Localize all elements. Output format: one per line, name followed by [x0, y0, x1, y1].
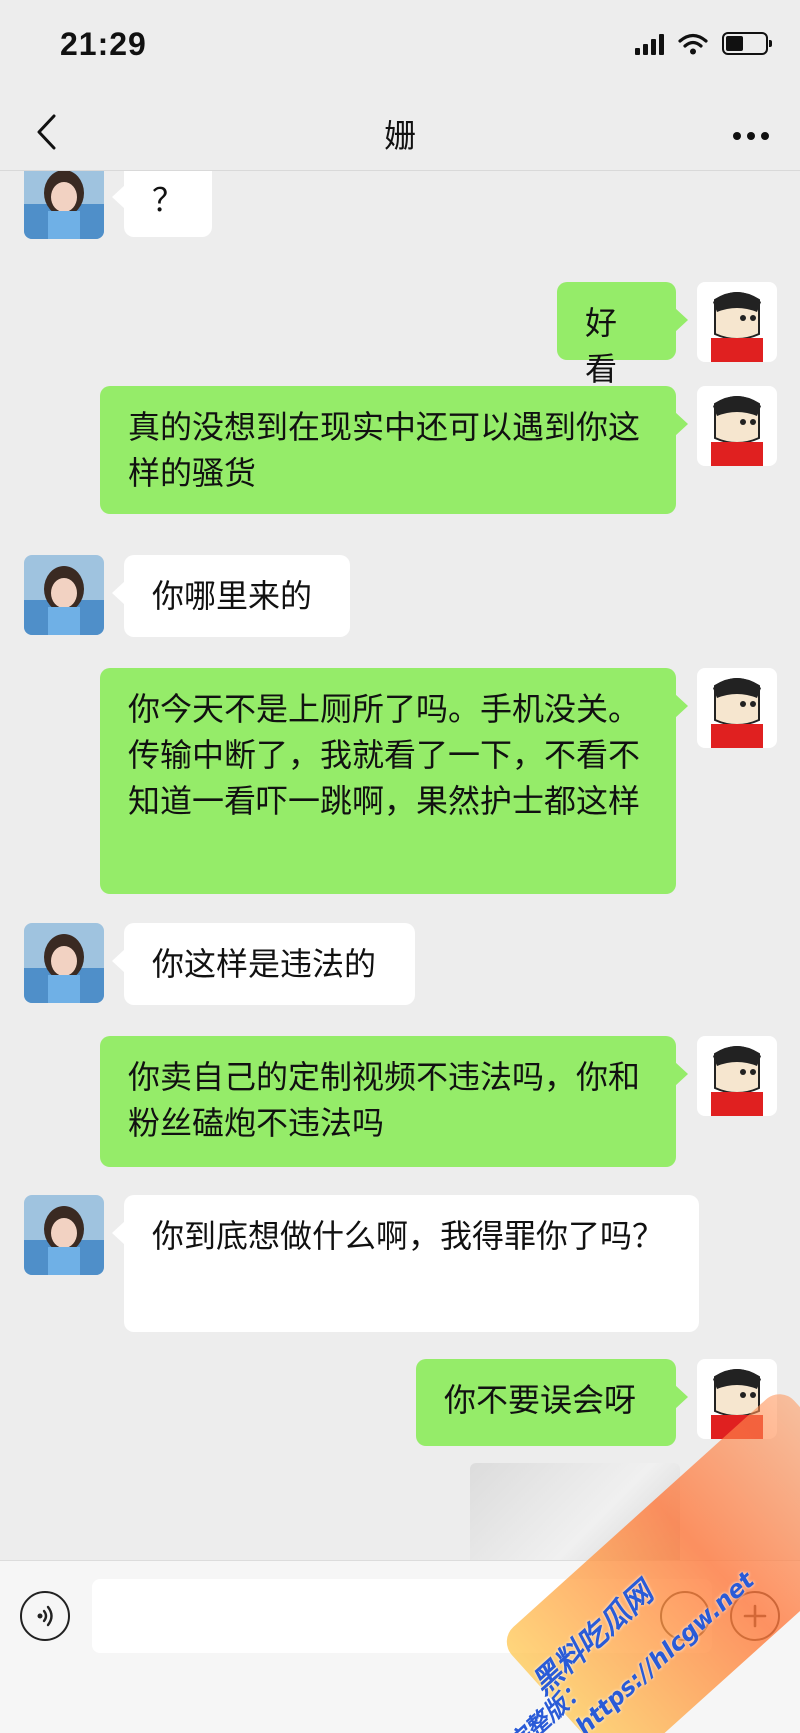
incoming-message-bubble[interactable]: 你哪里来的 [112, 555, 350, 637]
contact-avatar[interactable] [24, 555, 104, 635]
outgoing-message-bubble[interactable]: 好看 [557, 282, 688, 388]
more-dots-icon [733, 132, 769, 140]
my-avatar[interactable] [697, 386, 777, 466]
message-input[interactable] [92, 1579, 712, 1653]
contact-avatar[interactable] [24, 923, 104, 1003]
more-button[interactable] [732, 117, 770, 143]
outgoing-message-bubble[interactable]: 真的没想到在现实中还可以遇到你这样的骚货 [100, 386, 688, 514]
my-avatar[interactable] [697, 668, 777, 748]
my-avatar[interactable] [697, 1036, 777, 1116]
chat-title: 姗 [383, 117, 416, 155]
my-avatar[interactable] [697, 1359, 777, 1439]
status-bar: 21:29 [0, 0, 800, 95]
image-message-thumbnail[interactable] [470, 1463, 680, 1560]
battery-icon [722, 32, 772, 55]
outgoing-message-bubble[interactable]: 你卖自己的定制视频不违法吗，你和粉丝磕炮不违法吗 [100, 1036, 688, 1167]
emoji-button[interactable] [660, 1591, 710, 1641]
input-bar [0, 1560, 800, 1733]
contact-avatar[interactable] [24, 171, 104, 239]
contact-avatar[interactable] [24, 1195, 104, 1275]
plus-button[interactable] [730, 1591, 780, 1641]
wifi-icon [678, 33, 708, 54]
battery-level [726, 36, 744, 51]
my-avatar[interactable] [697, 282, 777, 362]
chat-messages[interactable]: ？ 好看 真的没想到在现实中还可以遇到你这样的骚货 你哪里来的 你今天不是上厕所… [0, 171, 800, 1560]
plus-icon [743, 1604, 767, 1628]
outgoing-message-bubble[interactable]: 你不要误会呀 [416, 1359, 688, 1446]
incoming-message-bubble[interactable]: 你这样是违法的 [112, 923, 415, 1005]
incoming-message-bubble[interactable]: 你到底想做什么啊，我得罪你了吗？ [112, 1195, 699, 1332]
outgoing-message-bubble[interactable]: 你今天不是上厕所了吗。手机没关。传输中断了，我就看了一下，不看不知道一看吓一跳啊… [100, 668, 688, 894]
incoming-message-bubble[interactable]: ？ [112, 171, 212, 237]
voice-icon [37, 1605, 53, 1627]
voice-button[interactable] [20, 1591, 70, 1641]
status-time: 21:29 [60, 26, 147, 62]
status-icons [635, 32, 772, 55]
chat-header: 姗 [0, 95, 800, 171]
signal-icon [635, 33, 664, 55]
